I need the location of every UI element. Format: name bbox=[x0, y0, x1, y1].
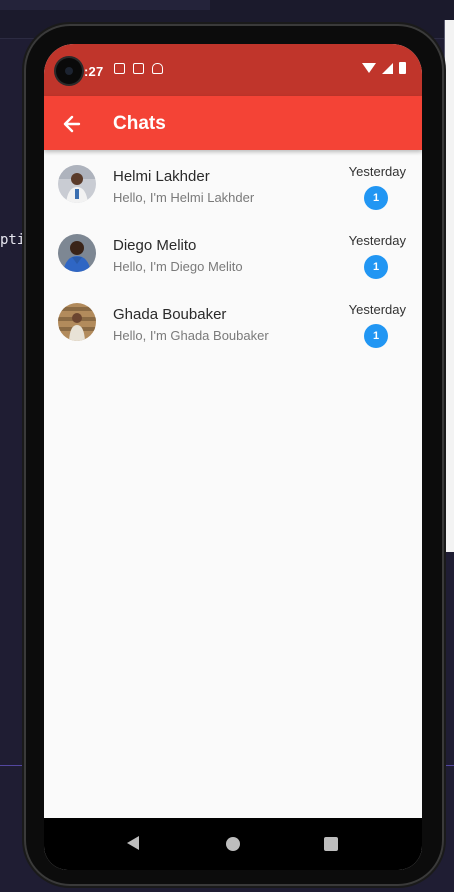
phone-frame: :27 Chats Helmi Lakhder Hello, I'm Helmi… bbox=[24, 24, 444, 886]
chat-preview: Hello, I'm Diego Melito bbox=[113, 259, 243, 274]
unread-badge: 1 bbox=[364, 324, 388, 348]
chat-name: Ghada Boubaker bbox=[113, 306, 227, 323]
arrow-left-icon bbox=[63, 115, 81, 133]
android-debug-icon bbox=[152, 63, 163, 74]
front-camera bbox=[56, 58, 82, 84]
status-notification-icons bbox=[114, 63, 163, 74]
status-bar: :27 bbox=[44, 44, 422, 96]
recents-square-icon[interactable] bbox=[324, 837, 338, 851]
chat-name: Helmi Lakhder bbox=[113, 168, 210, 185]
chat-row-ghada[interactable]: Ghada Boubaker Hello, I'm Ghada Boubaker… bbox=[44, 288, 422, 357]
avatar bbox=[58, 165, 96, 203]
chat-time: Yesterday bbox=[348, 233, 406, 248]
unread-badge: 1 bbox=[364, 186, 388, 210]
chat-time: Yesterday bbox=[348, 302, 406, 317]
back-button[interactable] bbox=[58, 110, 86, 138]
chat-list: Helmi Lakhder Hello, I'm Helmi Lakhder Y… bbox=[44, 150, 422, 357]
avatar bbox=[58, 234, 96, 272]
status-system-icons bbox=[362, 62, 406, 74]
status-time: :27 bbox=[84, 64, 104, 79]
page-title: Chats bbox=[113, 113, 166, 134]
ide-side-panel bbox=[444, 20, 454, 552]
wifi-icon bbox=[362, 63, 376, 73]
chat-row-helmi[interactable]: Helmi Lakhder Hello, I'm Helmi Lakhder Y… bbox=[44, 150, 422, 219]
back-triangle-icon[interactable] bbox=[127, 836, 139, 850]
ide-tab bbox=[0, 0, 210, 10]
chat-preview: Hello, I'm Ghada Boubaker bbox=[113, 328, 269, 343]
system-nav-bar bbox=[44, 818, 422, 870]
phone-screen: :27 Chats Helmi Lakhder Hello, I'm Helmi… bbox=[44, 44, 422, 870]
chat-name: Diego Melito bbox=[113, 237, 197, 254]
signal-icon bbox=[382, 62, 393, 74]
sd-card-icon bbox=[133, 63, 144, 74]
unread-badge: 1 bbox=[364, 255, 388, 279]
ide-code-fragment: pti bbox=[0, 232, 26, 248]
app-bar: Chats bbox=[44, 96, 422, 150]
avatar bbox=[58, 303, 96, 341]
battery-icon bbox=[399, 62, 406, 74]
chat-row-diego[interactable]: Diego Melito Hello, I'm Diego Melito Yes… bbox=[44, 219, 422, 288]
chat-preview: Hello, I'm Helmi Lakhder bbox=[113, 190, 255, 205]
notification-a-icon bbox=[114, 63, 125, 74]
chat-time: Yesterday bbox=[348, 164, 406, 179]
home-circle-icon[interactable] bbox=[226, 837, 240, 851]
